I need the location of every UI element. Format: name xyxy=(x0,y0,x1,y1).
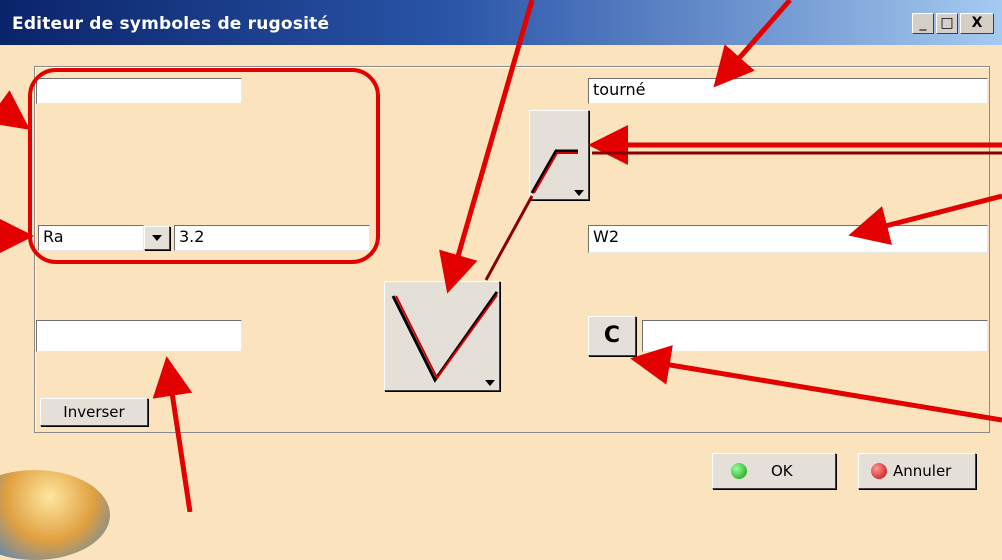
arrow-left-top xyxy=(0,90,31,130)
arrow-top-v xyxy=(439,0,535,294)
annotation-arrows xyxy=(0,0,1002,512)
arrow-right-w2 xyxy=(848,193,1002,245)
arrow-right-c xyxy=(630,345,1002,423)
arrow-top-right xyxy=(713,0,792,88)
arrow-bottom-left xyxy=(152,356,193,512)
